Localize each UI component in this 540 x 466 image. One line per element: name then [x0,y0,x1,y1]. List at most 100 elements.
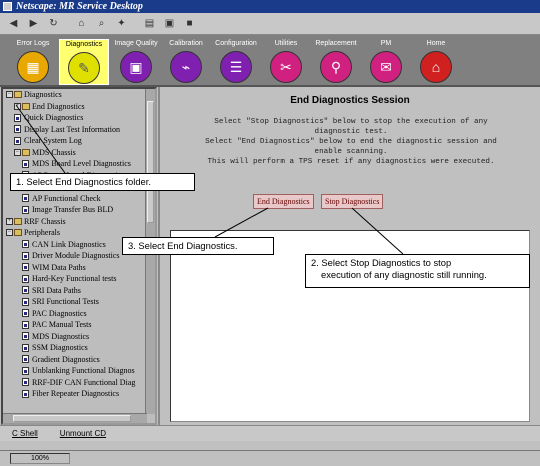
tree-item[interactable]: SSM Diagnostics [3,342,147,354]
tree-item[interactable]: MDS Diagnostics [3,331,147,343]
tree-item[interactable]: PAC Manual Tests [3,319,147,331]
tree-item[interactable]: AP Functional Check [3,193,147,205]
back-icon[interactable]: ◀ [6,17,21,31]
tree-item[interactable]: + RRF Chassis [3,216,147,228]
scroll-thumb[interactable] [147,101,154,223]
tree-item[interactable]: Quick Diagnostics [3,112,147,124]
nav-image-quality[interactable]: Image Quality ▣ [111,39,161,85]
tree-item[interactable]: SRI Data Paths [3,285,147,297]
nav-replacement[interactable]: Replacement ⚲ [311,39,361,85]
tree-item-label: MDS Chassis [32,147,76,157]
tree-item-label: Fiber Repeater Diagnostics [32,389,120,399]
stop-icon[interactable]: ■ [182,17,197,31]
security-icon[interactable]: ▣ [162,17,177,31]
instruction-line: enable scanning. [314,148,388,156]
callout-step-2: 2. Select Stop Diagnostics to stop execu… [305,254,530,288]
nav-pm[interactable]: PM ✉ [361,39,411,85]
document-icon [22,297,29,306]
tree-item[interactable]: RRF-DIF CAN Functional Diag [3,377,147,389]
tree-item[interactable]: − Diagnostics [3,89,147,101]
progress-indicator: 100% [10,453,70,464]
window-title: Netscape: MR Service Desktop [16,1,143,12]
tree-item[interactable]: MDS Board Level Diagnostics [3,158,147,170]
tree-item[interactable]: WIM Data Paths [3,262,147,274]
folder-icon [22,148,30,156]
home-icon[interactable]: ⌂ [74,17,89,31]
reload-icon[interactable]: ↻ [46,17,61,31]
document-icon [22,378,29,387]
document-icon [22,366,29,375]
document-icon [22,251,29,260]
tree-item-label: AP Functional Check [32,193,101,203]
page-title: End Diagnostics Session [290,95,410,106]
tree-item[interactable]: PAC Diagnostics [3,308,147,320]
scroll-thumb[interactable] [13,415,131,422]
end-diagnostics-button[interactable]: End Diagnostics [253,194,314,209]
window-titlebar: Netscape: MR Service Desktop [0,0,540,13]
utilities-icon: ✂ [270,51,302,83]
nav-configuration[interactable]: Configuration ☰ [211,39,261,85]
document-icon [22,389,29,398]
browser-status-bar: 100% [0,450,540,466]
tree-item[interactable]: SRI Functional Tests [3,296,147,308]
folder-icon [14,229,22,237]
browser-toolbar: ◀ ▶ ↻ ⌂ ⌕ ✦ ▤ ▣ ■ [0,13,540,35]
document-icon [22,159,29,168]
tree-item[interactable]: Gradient Diagnostics [3,354,147,366]
tree-item-label: Clear System Log [24,136,82,146]
tree-item-label: SRI Functional Tests [32,297,99,307]
cshell-link[interactable]: C Shell [12,429,38,438]
expand-icon[interactable]: + [14,102,21,110]
collapse-icon[interactable]: − [6,91,13,99]
tree-horizontal-scrollbar[interactable] [3,413,147,423]
nav-home[interactable]: Home ⌂ [411,39,461,85]
unmount-cd-link[interactable]: Unmount CD [60,429,106,438]
service-nav-bar: Error Logs ▦ Diagnostics ✎ Image Quality… [0,35,540,87]
instructions-text: Select "Stop Diagnostics" below to stop … [170,117,532,167]
document-icon [22,274,29,283]
document-icon [22,240,29,249]
callout-line: execution of any diagnostic still runnin… [321,269,487,280]
tree-item-label: PAC Diagnostics [32,308,87,318]
nav-label: Diagnostics [65,41,103,48]
tree-item-label: Peripherals [24,228,60,238]
tree-item[interactable]: Clear System Log [3,135,147,147]
tree-item-label: MDS Board Level Diagnostics [32,159,131,169]
forward-icon[interactable]: ▶ [26,17,41,31]
expand-icon[interactable]: + [6,217,13,225]
tree-item[interactable]: Fiber Repeater Diagnostics [3,388,147,400]
nav-diagnostics[interactable]: Diagnostics ✎ [59,39,109,85]
stop-diagnostics-button[interactable]: Stop Diagnostics [321,194,384,209]
netscape-icon[interactable]: ✦ [114,17,129,31]
tree-item[interactable]: − MDS Chassis [3,147,147,159]
nav-label: Calibration [169,40,203,47]
nav-label: PM [380,40,392,47]
document-icon [22,263,29,272]
tree-item-label: CAN Link Diagnostics [32,239,106,249]
folder-icon [22,102,30,110]
callout-step-3: 3. Select End Diagnostics. [122,237,274,255]
tree-item-label: SSM Diagnostics [32,343,88,353]
window-menu-icon[interactable] [3,2,12,11]
tree-item[interactable]: Hard-Key Functional tests [3,273,147,285]
instruction-line: Select "Stop Diagnostics" below to stop … [214,118,488,126]
tree-item[interactable]: Unblanking Functional Diagnos [3,365,147,377]
collapse-icon[interactable]: − [14,148,21,156]
tree-item[interactable]: Display Last Test Information [3,124,147,136]
tree-item-label: RRF Chassis [24,216,66,226]
tree-item[interactable]: Image Transfer Bus BLD [3,204,147,216]
nav-utilities[interactable]: Utilities ✂ [261,39,311,85]
tree-item-label: Gradient Diagnostics [32,354,100,364]
nav-error-logs[interactable]: Error Logs ▦ [8,39,58,85]
folder-icon [14,91,22,99]
tree-item[interactable]: + End Diagnostics [3,101,147,113]
document-icon [22,355,29,364]
print-icon[interactable]: ▤ [142,17,157,31]
search-icon[interactable]: ⌕ [94,17,109,31]
tree-item-label: RRF-DIF CAN Functional Diag [32,377,136,387]
collapse-icon[interactable]: − [6,229,13,237]
document-icon [14,113,21,122]
tree-item-label: End Diagnostics [32,101,85,111]
nav-calibration[interactable]: Calibration ⌁ [161,39,211,85]
callout-line: 2. Select Stop Diagnostics to stop [311,257,452,268]
